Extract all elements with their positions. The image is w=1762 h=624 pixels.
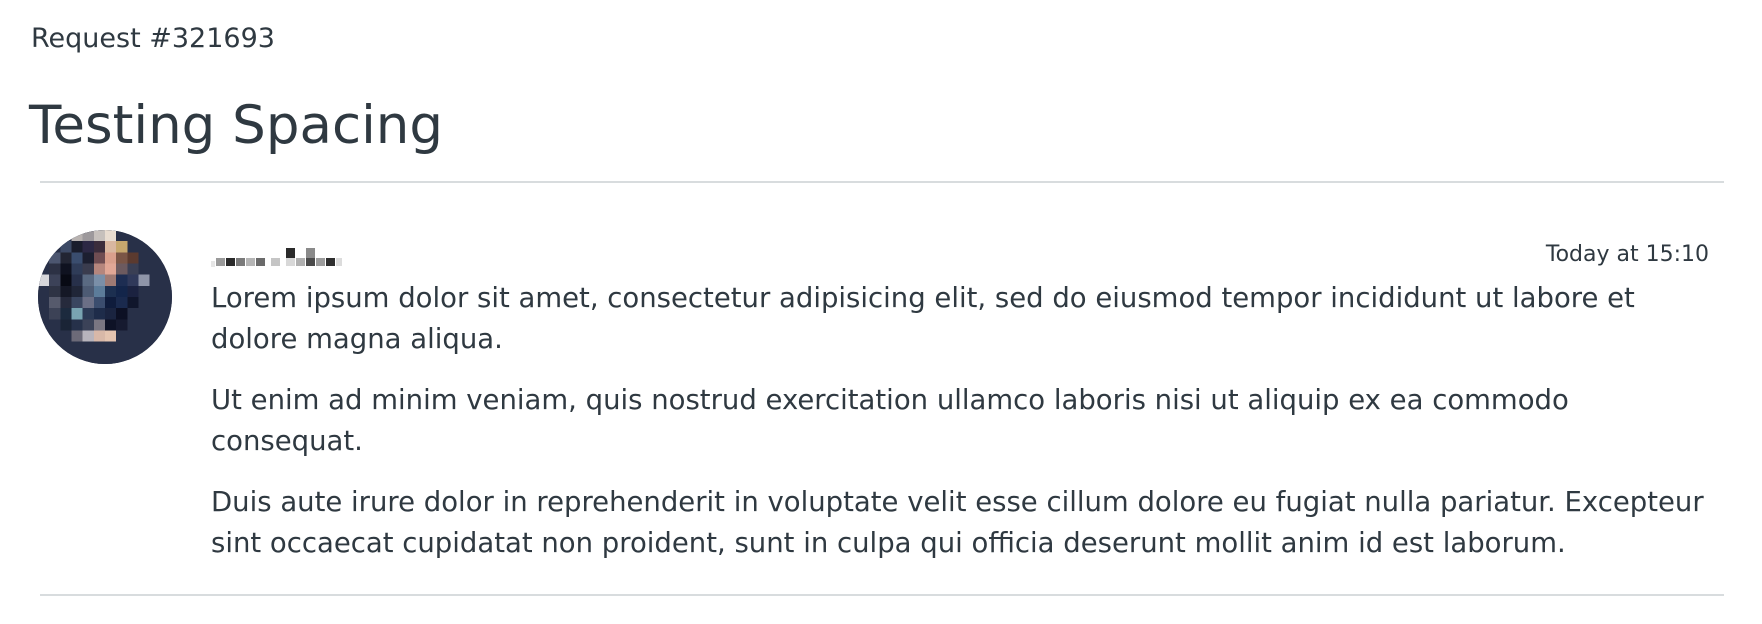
comment-timestamp: Today at 15:10 <box>1545 242 1709 267</box>
comment-body: Lorem ipsum dolor sit amet, consectetur … <box>211 278 1721 584</box>
divider-bottom <box>40 594 1724 596</box>
avatar[interactable] <box>38 230 172 364</box>
comment: Today at 15:10 Lorem ipsum dolor sit ame… <box>0 230 1762 560</box>
request-id: Request #321693 <box>31 23 275 54</box>
page-title: Testing Spacing <box>29 95 444 156</box>
divider-top <box>40 181 1724 183</box>
comment-paragraph: Duis aute irure dolor in reprehenderit i… <box>211 486 1704 559</box>
comment-paragraph: Lorem ipsum dolor sit amet, consectetur … <box>211 282 1635 355</box>
author-name-redacted[interactable] <box>211 242 351 268</box>
comment-paragraph: Ut enim ad minim veniam, quis nostrud ex… <box>211 384 1569 457</box>
